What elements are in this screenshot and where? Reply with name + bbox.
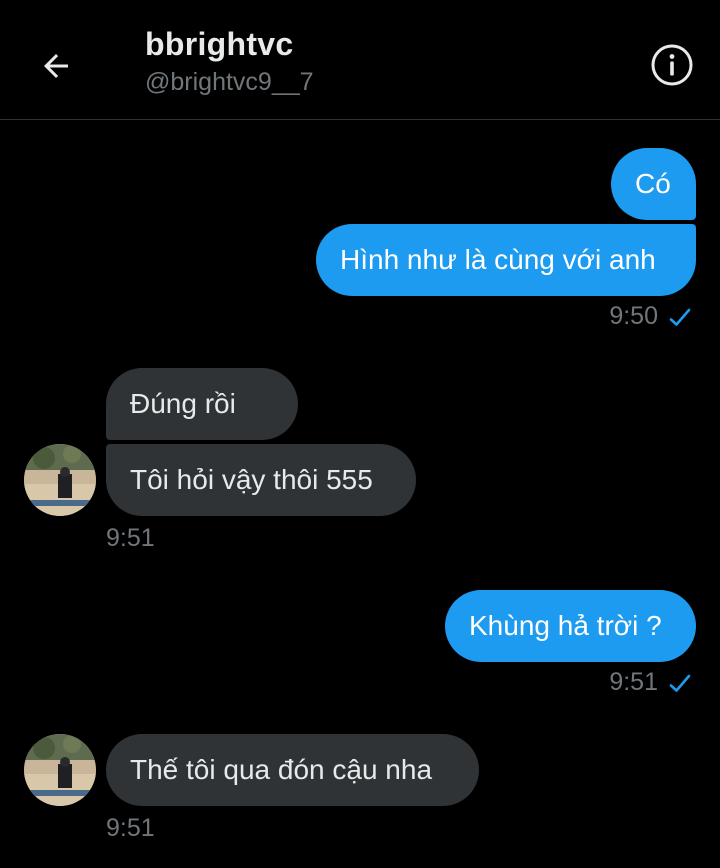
message-timestamp: 9:51 <box>106 524 155 552</box>
arrow-left-icon <box>44 54 68 78</box>
message-timestamp: 9:51 <box>609 668 692 697</box>
conversation-display-name[interactable]: bbrightvc <box>145 26 293 63</box>
conversation-handle[interactable]: @brightvc9__7 <box>145 68 314 97</box>
back-button[interactable] <box>34 44 78 88</box>
timestamp-text: 9:51 <box>609 668 658 696</box>
message-timestamp: 9:50 <box>609 302 692 331</box>
message-bubble-incoming[interactable]: Tôi hỏi vậy thôi 555 <box>106 444 416 516</box>
message-bubble-outgoing[interactable]: Khùng hả trời ? <box>445 590 696 662</box>
info-icon <box>651 44 693 86</box>
avatar-photo <box>24 444 96 516</box>
message-timestamp: 9:51 <box>106 814 155 842</box>
info-button[interactable] <box>649 42 695 88</box>
avatar-photo <box>24 734 96 806</box>
checkmark-icon <box>669 674 691 692</box>
checkmark-icon <box>669 308 691 326</box>
message-bubble-outgoing[interactable]: Có <box>611 148 696 220</box>
avatar[interactable] <box>24 444 96 516</box>
message-bubble-incoming[interactable]: Thế tôi qua đón cậu nha <box>106 734 479 806</box>
conversation-header: bbrightvc @brightvc9__7 <box>0 0 720 120</box>
avatar[interactable] <box>24 734 96 806</box>
timestamp-text: 9:50 <box>609 302 658 330</box>
message-bubble-incoming[interactable]: Đúng rồi <box>106 368 298 440</box>
message-bubble-outgoing[interactable]: Hình như là cùng với anh <box>316 224 696 296</box>
